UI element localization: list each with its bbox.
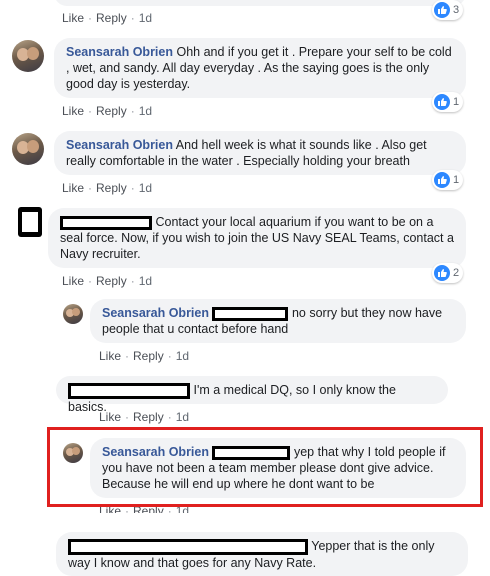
like-link[interactable]: Like [62,104,84,118]
reply-link[interactable]: Reply [133,410,164,424]
thumbs-up-icon [434,94,450,110]
like-link[interactable]: Like [99,349,121,363]
timestamp[interactable]: 1d [139,181,152,195]
avatar[interactable] [63,304,83,324]
redacted-name [60,215,152,230]
like-count: 2 [453,267,460,279]
like-link[interactable]: Like [62,181,84,195]
comment-actions: Like · Reply · 1d [62,274,153,288]
reply-link[interactable]: Reply [96,181,127,195]
comment-author[interactable]: Seansarah Obrien [66,138,173,152]
reply-bubble: Seansarah Obrien no sorry but they now h… [90,299,466,343]
comment-actions: Like · Reply · 1d [62,104,153,118]
timestamp[interactable]: 1d [139,274,152,288]
avatar[interactable] [12,133,44,165]
like-link[interactable]: Like [62,11,84,25]
comment-author[interactable]: Seansarah Obrien [66,45,173,59]
thumbs-up-icon [434,172,450,188]
reply-bubble: I'm a medical DQ, so I only know the bas… [56,376,448,414]
comment-actions: Like · Reply · 1d [99,349,190,363]
comment-author[interactable]: Seansarah Obrien [102,306,209,320]
avatar[interactable] [12,40,44,72]
thumbs-up-icon [434,2,450,18]
like-count: 1 [453,174,460,186]
like-count-badge[interactable]: 2 [432,263,464,283]
redacted-name [68,538,308,555]
timestamp[interactable]: 1d [139,104,152,118]
redacted-name [68,382,190,399]
thumbs-up-icon [434,265,450,281]
like-link[interactable]: Like [99,410,121,424]
like-count-badge[interactable]: 1 [432,170,464,190]
reply-link[interactable]: Reply [96,274,127,288]
comment-actions: Like · Reply · 1d [62,11,153,25]
redacted-avatar [18,207,42,237]
like-count-badge[interactable]: 3 [432,0,464,20]
reply-link[interactable]: Reply [96,104,127,118]
timestamp[interactable]: 1d [176,410,189,424]
reply-link[interactable]: Reply [133,349,164,363]
timestamp[interactable]: 1d [139,11,152,25]
reply-bubble: Yepper that is the only way I know and t… [56,532,468,576]
like-link[interactable]: Like [62,274,84,288]
comment-bubble: Seansarah Obrien And hell week is what i… [54,131,466,175]
redacted-name [212,306,289,321]
comment-actions: Like · Reply · 1d [62,181,153,195]
comment-actions: Like · Reply · 1d [99,410,190,424]
like-count: 1 [453,96,460,108]
like-count-badge[interactable]: 1 [432,92,464,112]
comment-bubble: Contact your local aquarium if you want … [48,208,466,268]
timestamp[interactable]: 1d [176,349,189,363]
comment-bubble [54,0,466,6]
highlight-frame [47,427,483,507]
comment-bubble: Seansarah Obrien Ohh and if you get it .… [54,38,466,98]
like-count: 3 [453,4,460,16]
reply-link[interactable]: Reply [96,11,127,25]
